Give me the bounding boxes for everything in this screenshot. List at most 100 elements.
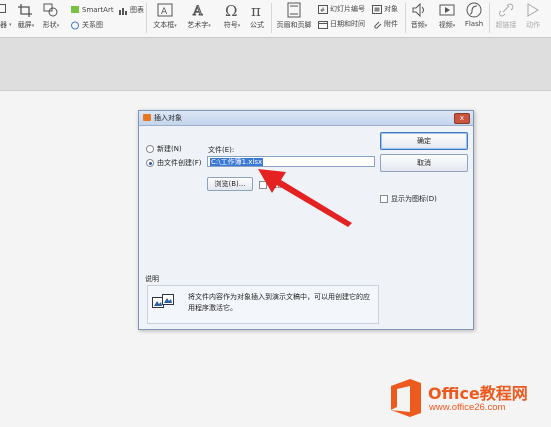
slide-number-label: 幻灯片编号	[330, 5, 365, 13]
shape-icon	[42, 2, 60, 18]
browse-button-label: 浏览(B)...	[214, 180, 246, 188]
office-logo-icon	[391, 379, 421, 417]
display-as-icon-checkbox[interactable]: 显示为图标(D)	[380, 194, 437, 204]
svg-text:A: A	[192, 4, 203, 18]
radio-create-from-file[interactable]: 由文件创建(F)	[146, 158, 202, 168]
description-title: 说明	[145, 275, 159, 283]
pi-icon: π	[248, 2, 266, 20]
shape-button[interactable]: 形状▾	[40, 2, 62, 30]
svg-text:Ω: Ω	[225, 2, 237, 18]
speaker-icon	[410, 2, 428, 18]
file-path-value: C:\工作簿1.xlsx	[210, 158, 264, 166]
svg-text:A: A	[161, 7, 168, 17]
checkbox-icon	[380, 195, 388, 203]
datetime-label: 日期和时间	[330, 20, 365, 28]
app-icon	[143, 114, 151, 121]
attachment-button[interactable]: 附件	[372, 19, 398, 29]
screenshot-label: 截屏	[17, 21, 32, 29]
description-box: 将文件内容作为对象插入到演示文稿中，可以用创建它的应用程序激活它。	[147, 285, 379, 324]
relation-icon	[70, 21, 80, 30]
screenshot-button[interactable]: 截屏▾	[15, 2, 37, 30]
browse-button[interactable]: 浏览(B)...	[207, 177, 253, 191]
calendar-icon	[318, 20, 328, 29]
smartart-label: SmartArt	[82, 5, 114, 14]
dialog-title: 插入对象	[154, 114, 182, 122]
object-label: 对象	[384, 5, 398, 13]
audio-label: 音频	[410, 21, 425, 29]
video-icon	[438, 2, 456, 18]
chart-label: 图表	[130, 6, 144, 14]
picture-icon	[0, 4, 6, 13]
relation-button[interactable]: 关系图	[70, 20, 103, 30]
header-footer-icon	[285, 2, 303, 18]
ribbon-divider	[405, 3, 406, 33]
ok-button-label: 确定	[417, 137, 431, 145]
flash-label: Flash	[464, 20, 484, 28]
hyperlink-label: 超链接	[495, 21, 517, 29]
slide-number-button[interactable]: # 幻灯片编号	[318, 4, 365, 14]
action-icon	[524, 2, 542, 18]
link-checkbox[interactable]: 链接	[259, 180, 284, 190]
arttext-button[interactable]: A 艺术字▾	[184, 2, 214, 30]
watermark: Office教程网 www.office26.com	[388, 370, 551, 426]
object-icon	[372, 4, 382, 14]
symbol-button[interactable]: Ω 符号▾	[221, 2, 243, 30]
insert-object-dialog: 插入对象 x 新建(N) 由文件创建(F) 文件(E): C:\工作簿1.xls…	[138, 110, 474, 330]
cancel-button-label: 取消	[417, 159, 431, 167]
file-path-input[interactable]: C:\工作簿1.xlsx	[207, 156, 375, 167]
paperclip-icon	[372, 20, 382, 29]
description-text: 将文件内容作为对象插入到演示文稿中，可以用创建它的应用程序激活它。	[188, 293, 370, 312]
cancel-button[interactable]: 取消	[380, 154, 468, 172]
link-icon	[497, 2, 515, 18]
ok-button[interactable]: 确定	[380, 132, 468, 150]
arttext-icon: A	[190, 2, 208, 20]
radio-create-from-file-label: 由文件创建(F)	[157, 159, 202, 167]
ribbon: 器 ▾ 截屏▾ 形状▾ SmartArt 图表 关系图 A 文本框▾ A 艺术字…	[0, 0, 551, 38]
textbox-button[interactable]: A 文本框▾	[150, 2, 180, 30]
video-button[interactable]: 视频▾	[436, 2, 458, 30]
description-group: 说明 将文件内容作为对象插入到演示文稿中，可以用创建它的应用程序激活它。	[145, 275, 379, 324]
display-as-icon-label: 显示为图标(D)	[391, 195, 437, 203]
radio-checked-icon	[146, 159, 154, 167]
symbol-label: 符号	[223, 21, 238, 29]
textbox-icon: A	[156, 2, 174, 18]
smartart-icon	[70, 5, 80, 14]
chart-button[interactable]: 图表	[118, 5, 144, 15]
action-button[interactable]: 动作	[522, 2, 544, 30]
link-checkbox-label: 链接	[270, 181, 284, 189]
smartart-button[interactable]: SmartArt	[70, 5, 114, 14]
header-footer-button[interactable]: 页眉和页脚	[275, 2, 313, 30]
datetime-button[interactable]: 日期和时间	[318, 19, 365, 29]
object-button[interactable]: 对象	[372, 4, 398, 14]
audio-button[interactable]: 音频▾	[408, 2, 430, 30]
hyperlink-button[interactable]: 超链接	[493, 2, 519, 30]
dialog-titlebar[interactable]: 插入对象 x	[139, 111, 473, 126]
video-label: 视频	[438, 21, 453, 29]
arttext-label: 艺术字	[187, 21, 209, 29]
shape-label: 形状	[42, 21, 57, 29]
omega-icon: Ω	[223, 2, 241, 20]
svg-text:π: π	[251, 2, 261, 18]
embedded-object-icon	[152, 294, 174, 310]
flash-button[interactable]: Flash	[463, 2, 485, 28]
ribbon-item-left-label[interactable]: 器 ▾	[0, 20, 12, 30]
formula-label: 公式	[250, 21, 264, 29]
radio-unchecked-icon	[146, 145, 154, 153]
action-label: 动作	[526, 21, 540, 29]
watermark-name: Office教程网	[428, 384, 528, 403]
ribbon-item-cut-left[interactable]	[0, 4, 6, 13]
header-footer-label: 页眉和页脚	[276, 21, 312, 29]
svg-text:#: #	[320, 7, 325, 14]
ribbon-divider	[489, 3, 490, 33]
formula-button[interactable]: π 公式	[247, 2, 267, 30]
file-label: 文件(E):	[208, 146, 235, 154]
relation-label: 关系图	[82, 21, 103, 29]
chart-icon	[118, 6, 128, 15]
ribbon-divider	[146, 3, 147, 33]
radio-create-new[interactable]: 新建(N)	[146, 144, 182, 154]
close-button[interactable]: x	[454, 113, 470, 124]
radio-create-new-label: 新建(N)	[157, 145, 182, 153]
slide-number-icon: #	[318, 4, 328, 14]
screenshot-icon	[17, 2, 35, 18]
attachment-label: 附件	[384, 20, 398, 28]
